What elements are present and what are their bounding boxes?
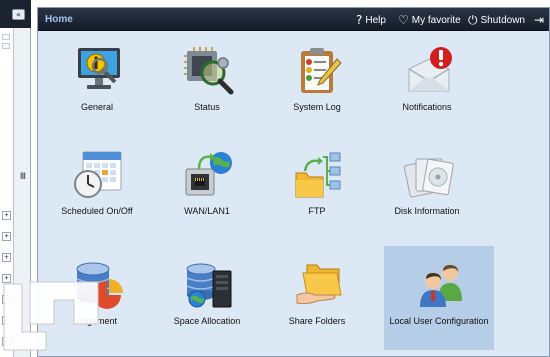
- tile-label: Notifications: [402, 102, 452, 112]
- disks-icon: [403, 158, 454, 198]
- home-icon-grid: General Status System Log Notifications …: [38, 32, 549, 356]
- help-button[interactable]: ? Help: [356, 13, 386, 27]
- help-label: Help: [365, 14, 386, 26]
- tile-space-allocation[interactable]: Space Allocation: [152, 246, 262, 350]
- chip-magnifier-icon: [184, 47, 234, 95]
- tile-label: Space Allocation: [173, 316, 241, 326]
- network-port-globe-icon: [185, 152, 232, 196]
- tile-wan-lan1[interactable]: WAN/LAN1: [152, 136, 262, 240]
- tile-label: Disk Information: [394, 206, 460, 216]
- tile-label: Local User Configuration: [389, 316, 489, 326]
- tile-local-user-configuration[interactable]: Local User Configuration: [384, 246, 494, 350]
- power-icon: ⏻: [468, 13, 478, 27]
- tile-label: Scheduled On/Off: [61, 206, 133, 216]
- tree-row-icon: [2, 34, 10, 40]
- hand-folder-icon: [296, 264, 342, 305]
- tile-scheduled-on-off[interactable]: Scheduled On/Off: [42, 136, 152, 240]
- tile-label: WAN/LAN1: [184, 206, 230, 216]
- help-icon: ?: [356, 13, 363, 27]
- calendar-clock-icon: [74, 151, 122, 198]
- home-panel: Home ? Help ♡ My favorite ⏻ Shutdown ⇥ G…: [37, 7, 550, 357]
- shutdown-label: Shutdown: [480, 14, 525, 26]
- monitor-info-icon: [78, 48, 120, 89]
- splitter-handle-icon[interactable]: Ⅲ: [18, 172, 28, 186]
- panel-header: Home ? Help ♡ My favorite ⏻ Shutdown ⇥: [38, 8, 549, 31]
- expand-node-icon[interactable]: +: [2, 253, 11, 262]
- tile-share-folders[interactable]: Share Folders: [262, 246, 372, 350]
- tile-label: Status: [194, 102, 220, 112]
- logout-button[interactable]: ⇥: [534, 13, 547, 27]
- folder-transfer-icon: [295, 152, 341, 198]
- page-title: Home: [45, 14, 73, 25]
- tile-general[interactable]: General: [42, 32, 152, 136]
- tile-label: FTP: [308, 206, 326, 216]
- envelope-alert-icon: [408, 47, 452, 92]
- expand-node-icon[interactable]: +: [2, 211, 11, 220]
- tile-status[interactable]: Status: [152, 32, 262, 136]
- heart-icon: ♡: [398, 13, 409, 27]
- shutdown-button[interactable]: ⏻ Shutdown: [468, 13, 525, 27]
- clipboard-log-icon: [301, 48, 342, 93]
- tile-ftp[interactable]: FTP: [262, 136, 372, 240]
- tile-system-log[interactable]: System Log: [262, 32, 372, 136]
- tile-label: General: [80, 102, 114, 112]
- tile-label: System Log: [293, 102, 341, 112]
- my-favorite-label: My favorite: [411, 14, 461, 26]
- collapse-sidebar-button[interactable]: «: [12, 9, 25, 20]
- tile-notifications[interactable]: Notifications: [372, 32, 482, 136]
- tile-disk-information[interactable]: Disk Information: [372, 136, 482, 240]
- expand-node-icon[interactable]: +: [2, 232, 11, 241]
- tile-label: Share Folders: [288, 316, 346, 326]
- legion-watermark-logo: [3, 281, 99, 351]
- database-server-icon: [186, 263, 232, 308]
- users-icon: [420, 265, 462, 307]
- my-favorite-button[interactable]: ♡ My favorite: [398, 13, 461, 27]
- tree-row-icon: [2, 43, 10, 49]
- logout-icon: ⇥: [534, 13, 545, 27]
